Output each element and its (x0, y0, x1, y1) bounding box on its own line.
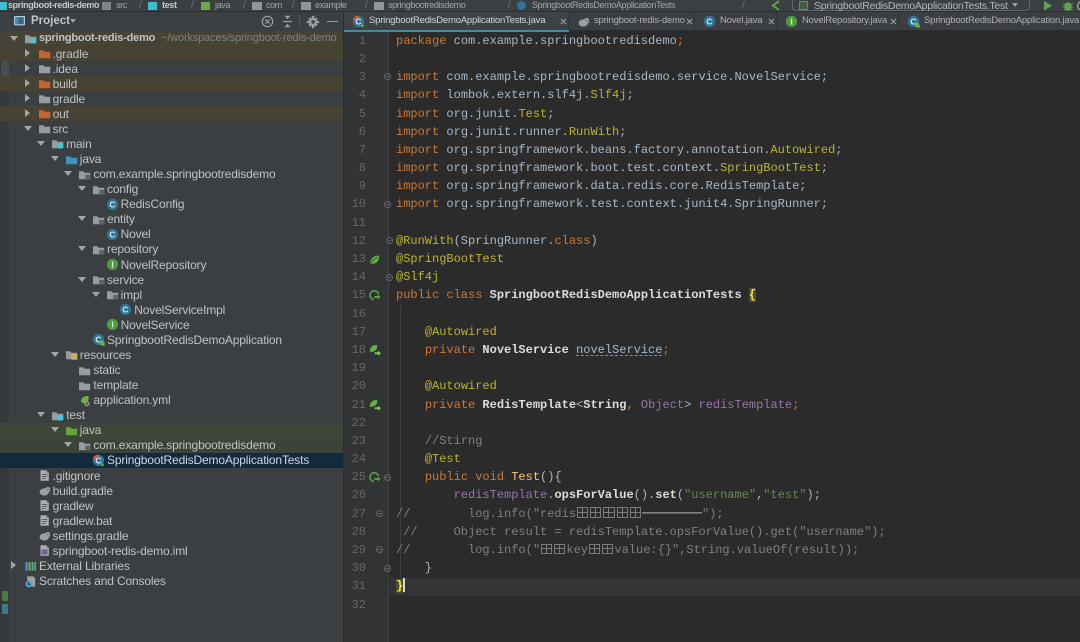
svg-text:C: C (109, 199, 115, 209)
svg-text:C: C (706, 16, 712, 26)
svg-text:I: I (111, 320, 113, 330)
svg-text:I: I (790, 16, 792, 26)
svg-text:I: I (111, 260, 113, 270)
svg-text:C: C (123, 305, 129, 315)
svg-text:C: C (109, 230, 115, 240)
